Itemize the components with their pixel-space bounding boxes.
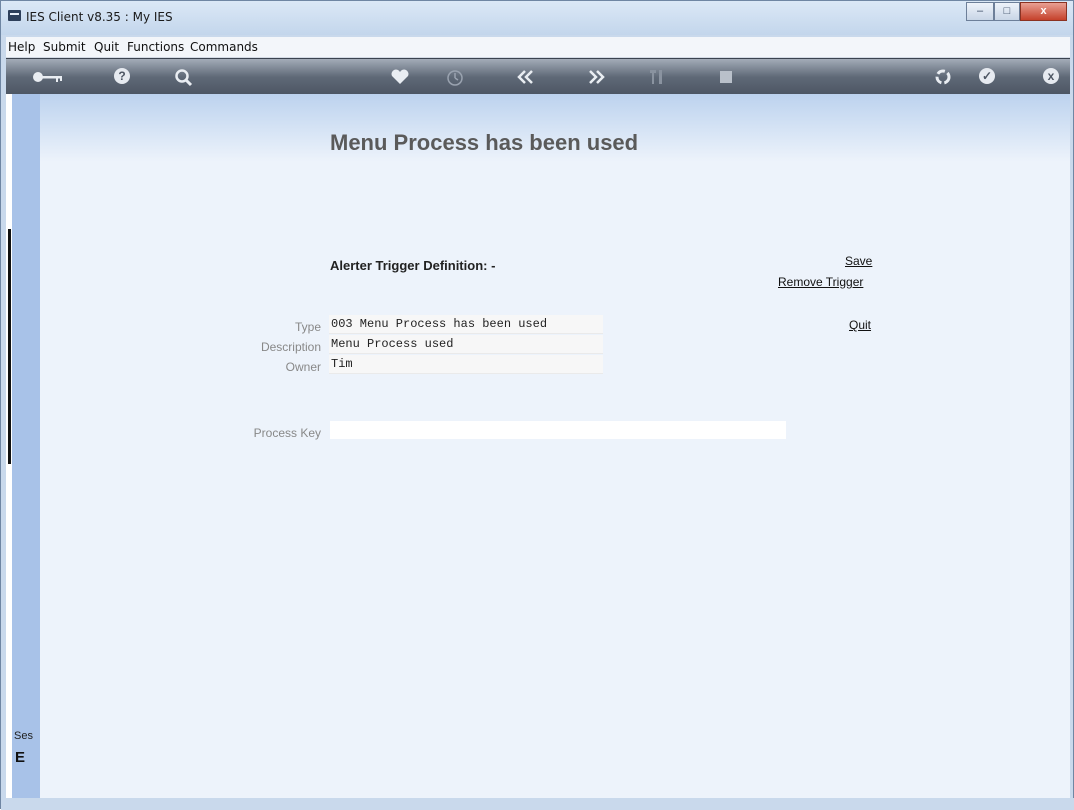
menu-bar: Help Submit Quit Functions Commands: [6, 37, 1070, 58]
menu-functions[interactable]: Functions: [127, 40, 184, 54]
owner-field: Tim: [329, 355, 603, 374]
maximize-button[interactable]: □: [994, 2, 1020, 21]
page-title: Menu Process has been used: [330, 130, 639, 155]
type-label: Type: [294, 320, 321, 334]
save-link[interactable]: Save: [845, 254, 872, 268]
section-title: Alerter Trigger Definition: -: [330, 258, 496, 273]
recycle-icon[interactable]: [934, 69, 952, 89]
description-label: Description: [260, 340, 321, 354]
process-key-label: Process Key: [253, 426, 321, 440]
description-field: Menu Process used: [329, 335, 603, 354]
minimize-button[interactable]: –: [966, 2, 994, 21]
menu-help[interactable]: Help: [8, 40, 35, 54]
help-icon[interactable]: ?: [114, 68, 130, 84]
fast-forward-icon[interactable]: [584, 69, 608, 89]
session-label: Ses: [14, 730, 33, 742]
menu-submit[interactable]: Submit: [43, 40, 86, 54]
clock-icon[interactable]: [446, 69, 464, 91]
window-title: IES Client v8.35 : My IES: [26, 10, 173, 24]
menu-quit[interactable]: Quit: [94, 40, 119, 54]
rewind-icon[interactable]: [514, 69, 538, 89]
remove-trigger-link[interactable]: Remove Trigger: [778, 275, 863, 289]
toolbar: ? ✓ x: [6, 58, 1070, 95]
app-icon: [8, 10, 21, 21]
close-button[interactable]: x: [1020, 2, 1067, 21]
description-value: Menu Process used: [331, 337, 454, 351]
type-field: 003 Menu Process has been used: [329, 315, 603, 334]
session-glyph[interactable]: E: [15, 749, 25, 766]
search-icon[interactable]: [174, 69, 194, 91]
process-key-input[interactable]: [330, 421, 786, 439]
stop-icon[interactable]: [719, 69, 733, 89]
window-bottom-border: [1, 798, 1074, 810]
session-panel: Ses E: [12, 94, 40, 798]
type-value: 003 Menu Process has been used: [331, 317, 548, 331]
owner-label: Owner: [285, 360, 321, 374]
app-window: IES Client v8.35 : My IES – □ x Help Sub…: [0, 0, 1074, 810]
menu-commands[interactable]: Commands: [190, 40, 258, 54]
main-content: Menu Process has been used Alerter Trigg…: [40, 94, 1070, 798]
left-edge-bar: [8, 229, 11, 464]
owner-value: Tim: [331, 357, 353, 371]
close-icon[interactable]: x: [1043, 68, 1059, 84]
quit-link[interactable]: Quit: [849, 318, 871, 332]
checkmark-icon[interactable]: ✓: [979, 68, 995, 84]
tools-icon[interactable]: [648, 69, 666, 89]
title-bar: IES Client v8.35 : My IES – □ x: [1, 1, 1073, 35]
heart-icon[interactable]: [390, 69, 410, 89]
key-icon[interactable]: [31, 69, 67, 89]
